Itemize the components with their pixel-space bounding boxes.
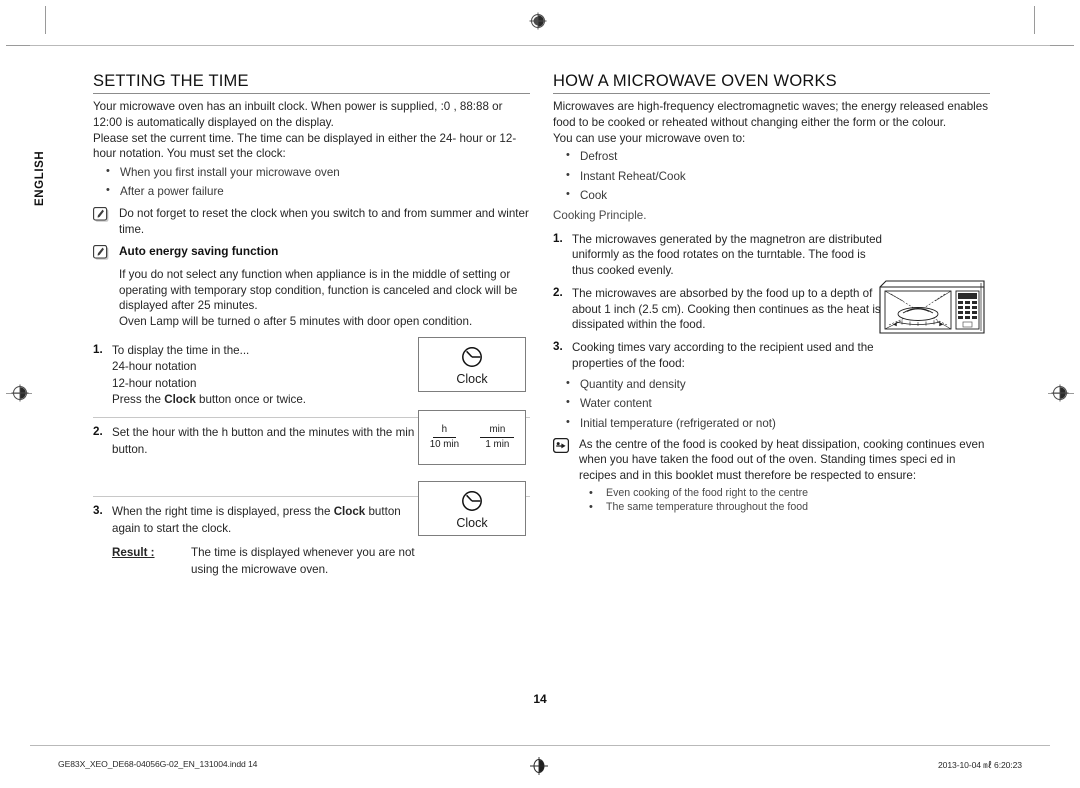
page-number: 14	[533, 692, 547, 706]
key-box-clock-2[interactable]: Clock	[418, 481, 526, 536]
note-body-line-2: Oven Lamp will be turned o after 5 minut…	[119, 315, 473, 328]
registration-target-icon-right	[1051, 384, 1069, 402]
step-number: 1.	[553, 231, 563, 245]
fraction-numerator: h	[432, 424, 457, 438]
result-text: The time is displayed whenever you are n…	[191, 546, 415, 576]
step-action-suffix: button once or twice.	[195, 393, 306, 406]
list-item: Quantity and density	[553, 376, 990, 393]
list-item: After a power failure	[93, 183, 530, 200]
list-item: Even cooking of the food right to the ce…	[579, 486, 990, 501]
principle-step-3: 3. Cooking times vary according to the r…	[553, 340, 990, 372]
key-fraction-hour: h 10 min	[430, 424, 459, 451]
key-fraction-minute: min 1 min	[480, 424, 515, 451]
note-text: As the centre of the food is cooked by h…	[579, 437, 985, 482]
step-action-prefix: Press the	[112, 393, 165, 406]
page-title-how-a-microwave-oven-works: HOW A MICROWAVE OVEN WORKS	[553, 72, 837, 90]
title-underline-left	[93, 92, 530, 95]
note-pencil-icon	[93, 206, 109, 222]
step-text-prefix: When the right time is displayed, press …	[112, 505, 334, 519]
step-number: 2.	[93, 425, 103, 439]
pointing-hand-icon	[553, 437, 569, 453]
list-item: Water content	[553, 395, 990, 412]
intro-paragraph-1: Your microwave oven has an inbuilt clock…	[93, 100, 503, 129]
standing-time-ensure-list: Even cooking of the food right to the ce…	[553, 486, 990, 515]
step-text: The microwaves are absorbed by the food …	[572, 286, 881, 332]
step-number: 2.	[553, 285, 563, 299]
step-text: The microwaves generated by the magnetro…	[572, 232, 882, 278]
list-item: Initial temperature (refrigerated or not…	[553, 415, 990, 432]
footer-timestamp: 2013-10-04 ㎖ 6:20:23	[937, 760, 1022, 770]
note-auto-energy-saving: Auto energy saving function	[93, 244, 530, 260]
microwave-oven-illustration	[877, 277, 987, 339]
step-result: Result : The time is displayed whenever …	[93, 545, 530, 575]
clock-set-conditions-list: When you first install your microwave ov…	[93, 164, 530, 200]
list-item: The same temperature throughout the food	[579, 500, 990, 515]
step-action-bold: Clock	[164, 393, 196, 406]
registration-target-icon-top	[529, 12, 547, 30]
registration-target-icon-footer	[529, 756, 549, 776]
clock-icon	[459, 488, 485, 514]
language-tab-english: ENGLISH	[34, 150, 46, 206]
key-label: Clock	[456, 515, 488, 530]
step-text: Set the hour with the h button and the m…	[112, 426, 415, 456]
oven-uses-list: Defrost Instant Reheat/Cook Cook	[553, 148, 990, 204]
crop-mark-top-right-vertical	[1034, 6, 1035, 34]
footer-filename: GE83X_XEO_DE68-04056G-02_EN_131004.indd …	[58, 759, 258, 769]
manual-page: ENGLISH SETTING THE TIME Your microwave …	[0, 0, 1080, 788]
intro-paragraph-2: You can use your microwave oven to:	[553, 131, 746, 145]
result-label: Result :	[112, 546, 155, 560]
note-auto-energy-saving-body: If you do not select any function when a…	[93, 267, 530, 330]
crop-mark-top-right-horizontal	[1046, 45, 1074, 46]
step-text: Cooking times vary according to the reci…	[572, 341, 874, 370]
step-text-bold: Clock	[333, 505, 366, 519]
registration-target-icon-left	[11, 384, 29, 402]
clock-icon	[459, 344, 485, 370]
step-number: 3.	[553, 340, 563, 354]
fraction-numerator: min	[480, 424, 515, 438]
list-item: Cook	[553, 187, 990, 204]
header-rule	[30, 45, 1050, 46]
note-body-line-1: If you do not select any function when a…	[119, 268, 518, 313]
key-box-clock-1[interactable]: Clock	[418, 337, 526, 392]
food-properties-list: Quantity and density Water content Initi…	[553, 376, 990, 432]
note-pencil-icon	[93, 245, 109, 260]
note-text: Do not forget to reset the clock when yo…	[119, 206, 529, 236]
key-label: Clock	[456, 371, 488, 386]
note-standing-times: As the centre of the food is cooked by h…	[553, 437, 990, 484]
crop-mark-top-left-vertical	[45, 6, 46, 34]
step-number: 1.	[93, 342, 103, 356]
step-number: 3.	[93, 504, 103, 518]
list-item: Instant Reheat/Cook	[553, 168, 990, 185]
intro-paragraph-1: Microwaves are high-frequency electromag…	[553, 100, 988, 129]
key-box-h-min[interactable]: h 10 min min 1 min	[418, 410, 526, 465]
fraction-denominator: 10 min	[429, 439, 460, 450]
fraction-denominator: 1 min	[485, 439, 510, 450]
step-text: When the right time is displayed, press …	[93, 504, 432, 537]
footer-rule	[30, 745, 1050, 746]
note-reset-clock: Do not forget to reset the clock when yo…	[93, 206, 530, 237]
intro-paragraph-2: Please set the current time. The time ca…	[93, 131, 517, 161]
principle-step-1: 1. The microwaves generated by the magne…	[553, 232, 990, 279]
title-underline-right	[553, 92, 990, 95]
list-item: Defrost	[553, 148, 990, 165]
cooking-principle-label: Cooking Principle.	[553, 208, 647, 222]
list-item: When you first install your microwave ov…	[93, 164, 530, 181]
note-heading: Auto energy saving function	[119, 244, 279, 259]
step-action-line: Press the Clock button once or twice.	[93, 392, 530, 408]
page-title-setting-the-time: SETTING THE TIME	[93, 72, 249, 90]
